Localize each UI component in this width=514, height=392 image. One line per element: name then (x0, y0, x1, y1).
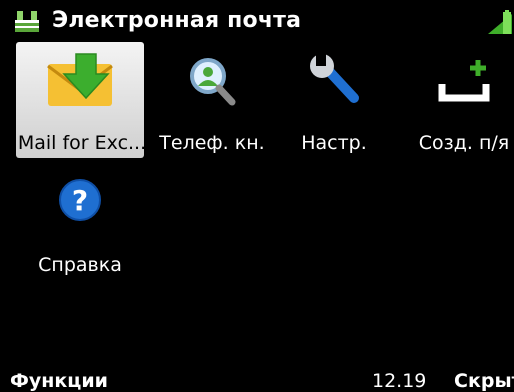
mail-download-icon (47, 53, 113, 106)
wrench-icon (310, 54, 359, 103)
app-label: Mail for Exc... (17, 132, 147, 154)
app-label: Настр. (301, 132, 367, 154)
app-label: Телеф. кн. (159, 132, 265, 154)
app-label: Созд. п/я (418, 132, 510, 154)
options-softkey[interactable]: Функции (10, 370, 108, 392)
app-help[interactable]: ? Справка (16, 164, 144, 280)
battery-icon (488, 10, 512, 34)
app-title: Электронная почта (52, 8, 302, 33)
softkey-bar: Функции 12.19 Скрыть (0, 360, 514, 392)
app-new-mailbox[interactable]: Созд. п/я (400, 42, 514, 158)
new-mailbox-icon (438, 60, 490, 102)
app-settings[interactable]: Настр. (270, 42, 398, 158)
app-phonebook[interactable]: Телеф. кн. (148, 42, 276, 158)
app-mail-for-exchange[interactable]: Mail for Exc... (16, 42, 146, 158)
svg-text:?: ? (72, 184, 88, 217)
clock: 12.19 (372, 370, 427, 392)
app-label: Справка (38, 254, 122, 276)
hide-softkey[interactable]: Скрыть (454, 370, 514, 392)
contacts-search-icon (190, 58, 236, 106)
help-icon: ? (59, 179, 101, 221)
app-grid: Mail for Exc... Телеф. кн. Настр. Созд. … (0, 40, 514, 340)
mailbox-icon (15, 11, 39, 32)
